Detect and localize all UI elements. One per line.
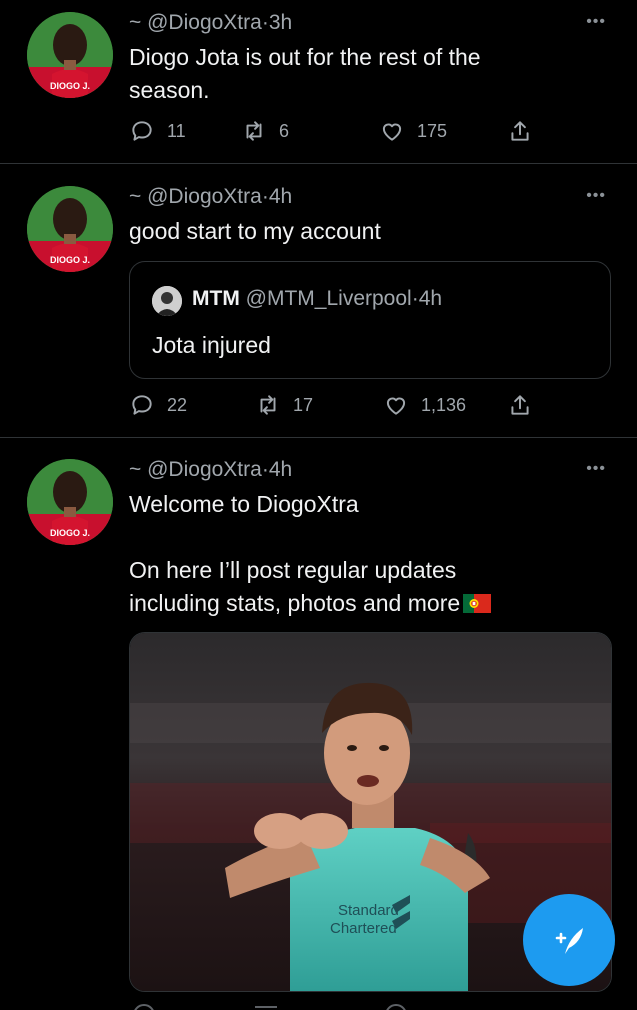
reply-button[interactable]: 22 xyxy=(129,392,187,418)
like-button[interactable]: 175 xyxy=(379,118,447,144)
heart-icon xyxy=(382,123,402,141)
quoted-tweet[interactable]: MTM @MTM_Liverpool·4h Jota injured xyxy=(129,261,611,379)
retweet-icon xyxy=(246,121,262,141)
sponsor-line1: Standard xyxy=(338,902,399,919)
share-button[interactable] xyxy=(507,118,533,144)
like-count: 1,136 xyxy=(421,394,467,415)
tweet-meta: ~ @DiogoXtra·4h xyxy=(129,458,292,482)
like-count: 175 xyxy=(417,120,448,141)
meta-separator: · xyxy=(261,185,269,208)
heart-icon xyxy=(386,397,406,415)
tweet-meta: ~ @DiogoXtra·4h xyxy=(129,185,292,209)
tweet-text: Diogo Jota is out for the rest of the se… xyxy=(129,44,481,103)
retweet-button[interactable]: 17 xyxy=(255,392,313,418)
compose-tweet-button[interactable] xyxy=(523,894,615,986)
tweet-actions: 22 17 1,136 xyxy=(129,392,549,422)
tweet-handle[interactable]: @DiogoXtra xyxy=(147,458,262,481)
sponsor-line2: Chartered xyxy=(330,920,397,937)
share-icon xyxy=(511,121,529,141)
tilde-glyph: ~ xyxy=(129,458,148,481)
retweet-icon xyxy=(260,395,276,415)
retweet-button[interactable]: 6 xyxy=(241,118,289,144)
avatar-shirt-text: DIOGO J. xyxy=(50,528,90,538)
portugal-flag-icon xyxy=(463,594,492,618)
avatar-image: DIOGO J. xyxy=(27,459,113,545)
quoted-text: Jota injured xyxy=(152,332,271,358)
tweet-handle[interactable]: @DiogoXtra xyxy=(147,11,262,34)
tweet-time[interactable]: 4h xyxy=(269,185,292,208)
quoted-name[interactable]: MTM xyxy=(192,287,240,310)
tweet-handle[interactable]: @DiogoXtra xyxy=(147,185,262,208)
reply-icon xyxy=(132,395,152,415)
share-icon xyxy=(511,395,529,415)
tweet-text: good start to my account xyxy=(129,218,381,244)
avatar-image: DIOGO J. xyxy=(27,12,113,98)
meta-separator: · xyxy=(261,11,269,34)
tweet-time[interactable]: 4h xyxy=(269,458,292,481)
share-button[interactable] xyxy=(507,392,533,418)
tweet-2[interactable]: DIOGO J. ~ @DiogoXtra·4h ••• good start … xyxy=(0,164,637,438)
reply-count: 22 xyxy=(167,394,188,415)
avatar-shirt-text: DIOGO J. xyxy=(50,81,90,91)
retweet-count: 6 xyxy=(279,120,290,141)
more-options-icon[interactable]: ••• xyxy=(586,460,606,478)
reply-button[interactable]: 11 xyxy=(129,118,186,144)
reply-count: 11 xyxy=(167,120,186,141)
quoted-handle[interactable]: @MTM_Liverpool xyxy=(246,287,412,310)
more-options-icon[interactable]: ••• xyxy=(586,187,606,205)
avatar[interactable]: DIOGO J. xyxy=(27,186,113,272)
avatar-shirt-text: DIOGO J. xyxy=(50,255,90,265)
quoted-meta: MTM @MTM_Liverpool·4h xyxy=(192,287,442,311)
quoted-avatar[interactable] xyxy=(152,286,182,316)
more-options-icon[interactable]: ••• xyxy=(586,13,606,31)
avatar-image: DIOGO J. xyxy=(27,186,113,272)
tilde-glyph: ~ xyxy=(129,11,148,34)
meta-separator: · xyxy=(261,458,269,481)
like-button[interactable]: 1,136 xyxy=(383,392,466,418)
tilde-glyph: ~ xyxy=(129,185,148,208)
tweet-time[interactable]: 3h xyxy=(269,11,292,34)
tweet-text-block: On here I’ll post regular updates includ… xyxy=(129,554,492,620)
quoted-separator: · xyxy=(411,287,419,310)
quoted-avatar-image xyxy=(152,286,182,316)
tweet-3-actions-partial xyxy=(129,1002,549,1010)
quoted-time[interactable]: 4h xyxy=(419,287,442,310)
compose-tweet-icon xyxy=(555,928,583,954)
avatar[interactable]: DIOGO J. xyxy=(27,459,113,545)
tweet-meta: ~ @DiogoXtra·3h xyxy=(129,11,292,35)
tweet-actions: 11 6 175 xyxy=(129,118,549,148)
tweet-1[interactable]: DIOGO J. ~ @DiogoXtra·3h ••• Diogo Jota … xyxy=(0,0,637,164)
retweet-count: 17 xyxy=(293,394,314,415)
tweet-text-line2: On here I’ll post regular updates includ… xyxy=(129,557,461,616)
reply-icon xyxy=(132,121,152,141)
tweet-text-line1: Welcome to DiogoXtra xyxy=(129,491,359,517)
avatar[interactable]: DIOGO J. xyxy=(27,12,113,98)
